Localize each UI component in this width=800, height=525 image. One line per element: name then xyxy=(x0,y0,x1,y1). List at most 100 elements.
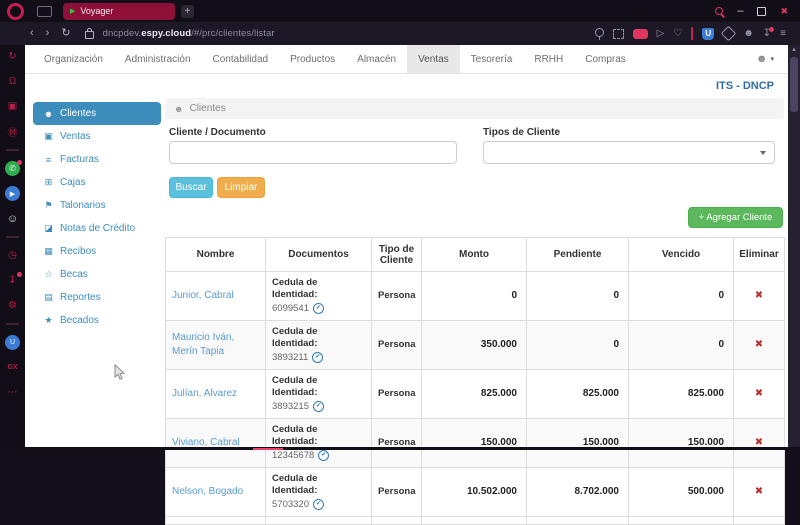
delete-icon[interactable]: ✖ xyxy=(755,486,763,497)
delete-icon[interactable]: ✖ xyxy=(755,290,763,301)
app-sidebar: ☻ Clientes ▣ Ventas ≡ Facturas ⊞ Cajas ⚑… xyxy=(33,102,161,332)
sidebar-item-facturas[interactable]: ≡ Facturas xyxy=(33,148,161,171)
col-header-nombre: Nombre xyxy=(166,238,266,272)
sidebar-item-becas[interactable]: ☆ Becas xyxy=(33,263,161,286)
sidebar-item-label: Cajas xyxy=(60,177,86,188)
discord-icon[interactable]: ☺ xyxy=(5,211,20,226)
verified-check-icon: ✔ xyxy=(313,499,324,510)
workspace-icon[interactable] xyxy=(37,6,52,17)
messenger-icon[interactable]: ▣ xyxy=(5,99,20,114)
nav-item[interactable]: Tesorería xyxy=(460,45,524,73)
nav-item[interactable]: Administración xyxy=(114,45,202,73)
sidebar-item-label: Facturas xyxy=(60,154,99,165)
browser-titlebar: ▶ Voyager + – ✖ xyxy=(0,0,800,22)
nav-item[interactable]: Organización xyxy=(33,45,114,73)
reload-button[interactable]: ↻ xyxy=(61,28,70,39)
reports-icon: ▤ xyxy=(43,292,54,303)
verified-check-icon: ✔ xyxy=(318,450,329,461)
scroll-up-icon[interactable]: ▴ xyxy=(788,46,800,53)
clear-button[interactable]: Limpiar xyxy=(217,177,265,198)
close-button[interactable]: ✖ xyxy=(780,7,788,16)
star-outline-icon: ☆ xyxy=(43,269,54,280)
profile-icon[interactable]: ☻ xyxy=(743,29,754,39)
panel-heading: ☻ Clientes xyxy=(165,98,784,119)
forward-button[interactable]: › xyxy=(46,28,50,39)
opera-logo-icon[interactable] xyxy=(7,3,24,20)
scrollbar-thumb[interactable] xyxy=(790,57,798,112)
gx-control-icon[interactable]: GX xyxy=(5,360,20,375)
pendiente-cell: 8.702.000 xyxy=(527,467,629,516)
nav-item[interactable]: Compras xyxy=(574,45,637,73)
verified-check-icon: ✔ xyxy=(312,352,323,363)
partial-next-row xyxy=(166,516,785,524)
more-icon[interactable]: ⋯ xyxy=(5,385,20,400)
page-scrollbar[interactable]: ▴ xyxy=(788,45,800,450)
sidebar-item-becados[interactable]: ★ Becados xyxy=(33,309,161,332)
shield-extension-icon[interactable]: U xyxy=(5,335,20,350)
document-number: 5703320 xyxy=(272,498,309,511)
sidebar-play-icon[interactable]: ▷ xyxy=(657,29,665,39)
add-client-button[interactable]: + Agregar Cliente xyxy=(688,207,783,228)
sidebar-item-recibos[interactable]: ▦ Recibos xyxy=(33,240,161,263)
vencido-cell: 0 xyxy=(629,320,734,369)
monto-cell: 350.000 xyxy=(422,320,527,369)
search-button[interactable]: Buscar xyxy=(169,177,213,198)
nav-item[interactable]: Ventas xyxy=(407,45,460,73)
col-header-pendiente: Pendiente xyxy=(527,238,629,272)
client-name-link[interactable]: Julían, Alvarez xyxy=(172,388,237,399)
document-number: 3893211 xyxy=(272,351,308,364)
tab-title: Voyager xyxy=(80,6,113,16)
pin-icon[interactable] xyxy=(595,28,604,37)
nav-item[interactable]: RRHH xyxy=(523,45,574,73)
client-name-link[interactable]: Nelson, Bogado xyxy=(172,486,243,497)
nav-item[interactable]: Contabilidad xyxy=(202,45,280,73)
minimize-button[interactable]: – xyxy=(737,6,743,17)
refresh-icon[interactable]: ↻ xyxy=(5,49,20,64)
new-tab-button[interactable]: + xyxy=(181,5,194,18)
search-icon[interactable] xyxy=(715,7,723,15)
bell-icon[interactable]: Ω xyxy=(5,74,20,89)
invoices-icon: ≡ xyxy=(43,155,54,165)
vpn-badge-icon[interactable] xyxy=(633,29,648,39)
client-name-link[interactable]: Mauricio Iván, Merín Tapia xyxy=(172,332,234,357)
document-type-label: Cedula de Identidad: xyxy=(272,277,365,302)
strip-divider[interactable] xyxy=(6,149,19,151)
delete-icon[interactable]: ✖ xyxy=(755,339,763,350)
delete-icon[interactable]: ✖ xyxy=(755,388,763,399)
client-document-input[interactable] xyxy=(169,141,457,164)
nav-item[interactable]: Almacén xyxy=(346,45,407,73)
strip-divider[interactable] xyxy=(6,323,19,325)
strip-divider[interactable] xyxy=(6,236,19,238)
telegram-icon[interactable]: ▶ xyxy=(5,186,20,201)
extension-icon[interactable] xyxy=(721,26,737,42)
maximize-button[interactable] xyxy=(757,7,766,16)
sidebar-item-clientes[interactable]: ☻ Clientes xyxy=(33,102,161,125)
settings-icon[interactable]: ⚙ xyxy=(5,298,20,313)
bookmark-heart-icon[interactable]: ♡ xyxy=(673,29,682,39)
user-menu[interactable]: ☻ ▾ xyxy=(756,45,774,73)
menu-icon[interactable]: ≡ xyxy=(780,29,786,39)
sidebar-item-ventas[interactable]: ▣ Ventas xyxy=(33,125,161,148)
monto-cell: 0 xyxy=(422,272,527,321)
nav-item[interactable]: Productos xyxy=(279,45,346,73)
client-name-link[interactable]: Junior, Cabral xyxy=(172,290,234,301)
sidebar-item-talonarios[interactable]: ⚑ Talonarios xyxy=(33,194,161,217)
address-field[interactable]: dncpdev.espy.cloud/#/prc/clientes/listar xyxy=(103,28,275,39)
snapshot-icon[interactable] xyxy=(613,29,624,39)
sidebar-item-cajas[interactable]: ⊞ Cajas xyxy=(33,171,161,194)
client-type-cell: Persona xyxy=(372,418,422,467)
sidebar-item-reportes[interactable]: ▤ Reportes xyxy=(33,286,161,309)
sidebar-item-notas-de-credito[interactable]: ◪ Notas de Crédito xyxy=(33,217,161,240)
history-icon[interactable]: ◷ xyxy=(5,248,20,263)
client-type-cell: Persona xyxy=(372,467,422,516)
url-domain: espy.cloud xyxy=(141,28,191,39)
whatsapp-icon[interactable]: ✆ xyxy=(5,161,20,176)
lock-icon[interactable] xyxy=(85,31,94,39)
ublock-extension-icon[interactable]: U xyxy=(702,28,714,40)
downloads-icon[interactable]: ↧ xyxy=(5,273,20,288)
downloads-tray-icon[interactable]: ↧ xyxy=(763,29,771,39)
browser-tab[interactable]: ▶ Voyager xyxy=(63,3,175,20)
m-app-icon[interactable]: Ⓜ xyxy=(5,124,20,139)
back-button[interactable]: ‹ xyxy=(30,28,34,39)
client-type-select[interactable] xyxy=(483,141,775,164)
